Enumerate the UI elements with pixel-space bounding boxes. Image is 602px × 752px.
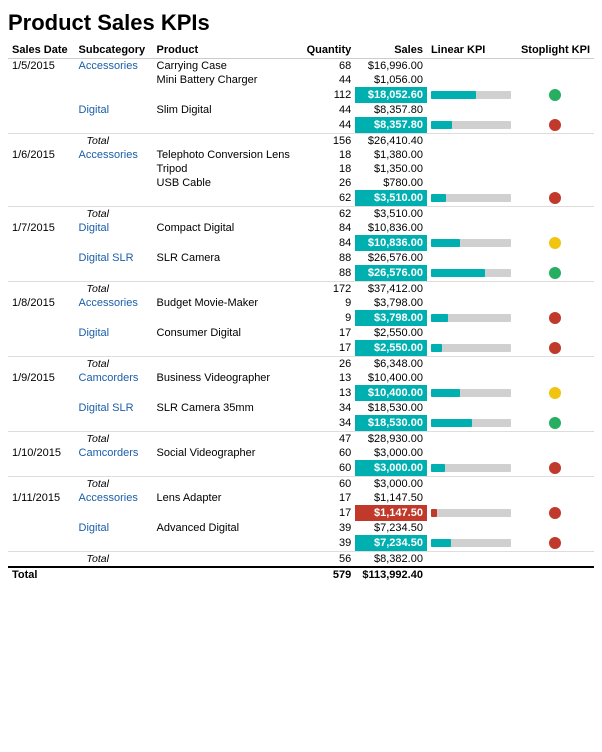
table-row: Digital SLR SLR Camera 35mm 34 $18,530.0… <box>8 401 594 415</box>
table-row: 1/5/2015 Accessories Carrying Case 68 $1… <box>8 59 594 74</box>
grand-total-quantity: 579 <box>300 567 355 582</box>
aggregate-row: 39 $7,234.50 <box>8 535 594 552</box>
col-linear-kpi: Linear KPI <box>427 42 517 59</box>
subtotal-row: Total 47 $28,930.00 <box>8 432 594 447</box>
grand-total-row: Total 579 $113,992.40 <box>8 567 594 582</box>
table-row: 1/8/2015 Accessories Budget Movie-Maker … <box>8 296 594 310</box>
col-stoplight-kpi: Stoplight KPI <box>517 42 594 59</box>
subtotal-row: Total 172 $37,412.00 <box>8 282 594 297</box>
stoplight-indicator <box>549 417 561 429</box>
table-row: 1/6/2015 Accessories Telephoto Conversio… <box>8 148 594 162</box>
col-sales-date: Sales Date <box>8 42 75 59</box>
table-row: Digital Advanced Digital 39 $7,234.50 <box>8 521 594 535</box>
aggregate-row: 60 $3,000.00 <box>8 460 594 477</box>
stoplight-indicator <box>549 537 561 549</box>
subtotal-row: Total 60 $3,000.00 <box>8 477 594 492</box>
table-row: Tripod 18 $1,350.00 <box>8 162 594 176</box>
stoplight-indicator <box>549 507 561 519</box>
page-title: Product Sales KPIs <box>8 10 594 36</box>
col-product: Product <box>153 42 301 59</box>
table-row: 1/11/2015 Accessories Lens Adapter 17 $1… <box>8 491 594 505</box>
aggregate-row: 9 $3,798.00 <box>8 310 594 326</box>
col-sales: Sales <box>355 42 427 59</box>
stoplight-indicator <box>549 89 561 101</box>
aggregate-row: 44 $8,357.80 <box>8 117 594 134</box>
stoplight-indicator <box>549 462 561 474</box>
aggregate-row: 17 $2,550.00 <box>8 340 594 357</box>
table-row: Digital Consumer Digital 17 $2,550.00 <box>8 326 594 340</box>
stoplight-indicator <box>549 192 561 204</box>
table-row: Digital Slim Digital 44 $8,357.80 <box>8 103 594 117</box>
table-row: Mini Battery Charger 44 $1,056.00 <box>8 73 594 87</box>
subtotal-row: Total 26 $6,348.00 <box>8 357 594 372</box>
table-row: Digital SLR SLR Camera 88 $26,576.00 <box>8 251 594 265</box>
col-quantity: Quantity <box>300 42 355 59</box>
table-row: 1/10/2015 Camcorders Social Videographer… <box>8 446 594 460</box>
subtotal-row: Total 62 $3,510.00 <box>8 207 594 222</box>
grand-total-label: Total <box>8 567 75 582</box>
stoplight-indicator <box>549 312 561 324</box>
stoplight-indicator <box>549 387 561 399</box>
aggregate-row: 112 $18,052.60 <box>8 87 594 103</box>
stoplight-indicator <box>549 342 561 354</box>
stoplight-indicator <box>549 119 561 131</box>
aggregate-row: 62 $3,510.00 <box>8 190 594 207</box>
table-row: 1/7/2015 Digital Compact Digital 84 $10,… <box>8 221 594 235</box>
stoplight-indicator <box>549 267 561 279</box>
aggregate-row: 13 $10,400.00 <box>8 385 594 401</box>
aggregate-row: 84 $10,836.00 <box>8 235 594 251</box>
aggregate-row: 17 $1,147.50 <box>8 505 594 521</box>
kpi-table: Sales Date Subcategory Product Quantity … <box>8 42 594 582</box>
subtotal-row: Total 156 $26,410.40 <box>8 134 594 149</box>
col-subcategory: Subcategory <box>75 42 153 59</box>
grand-total-sales: $113,992.40 <box>355 567 427 582</box>
subtotal-row: Total 56 $8,382.00 <box>8 552 594 568</box>
aggregate-row: 88 $26,576.00 <box>8 265 594 282</box>
table-row: USB Cable 26 $780.00 <box>8 176 594 190</box>
stoplight-indicator <box>549 237 561 249</box>
table-row: 1/9/2015 Camcorders Business Videographe… <box>8 371 594 385</box>
aggregate-row: 34 $18,530.00 <box>8 415 594 432</box>
